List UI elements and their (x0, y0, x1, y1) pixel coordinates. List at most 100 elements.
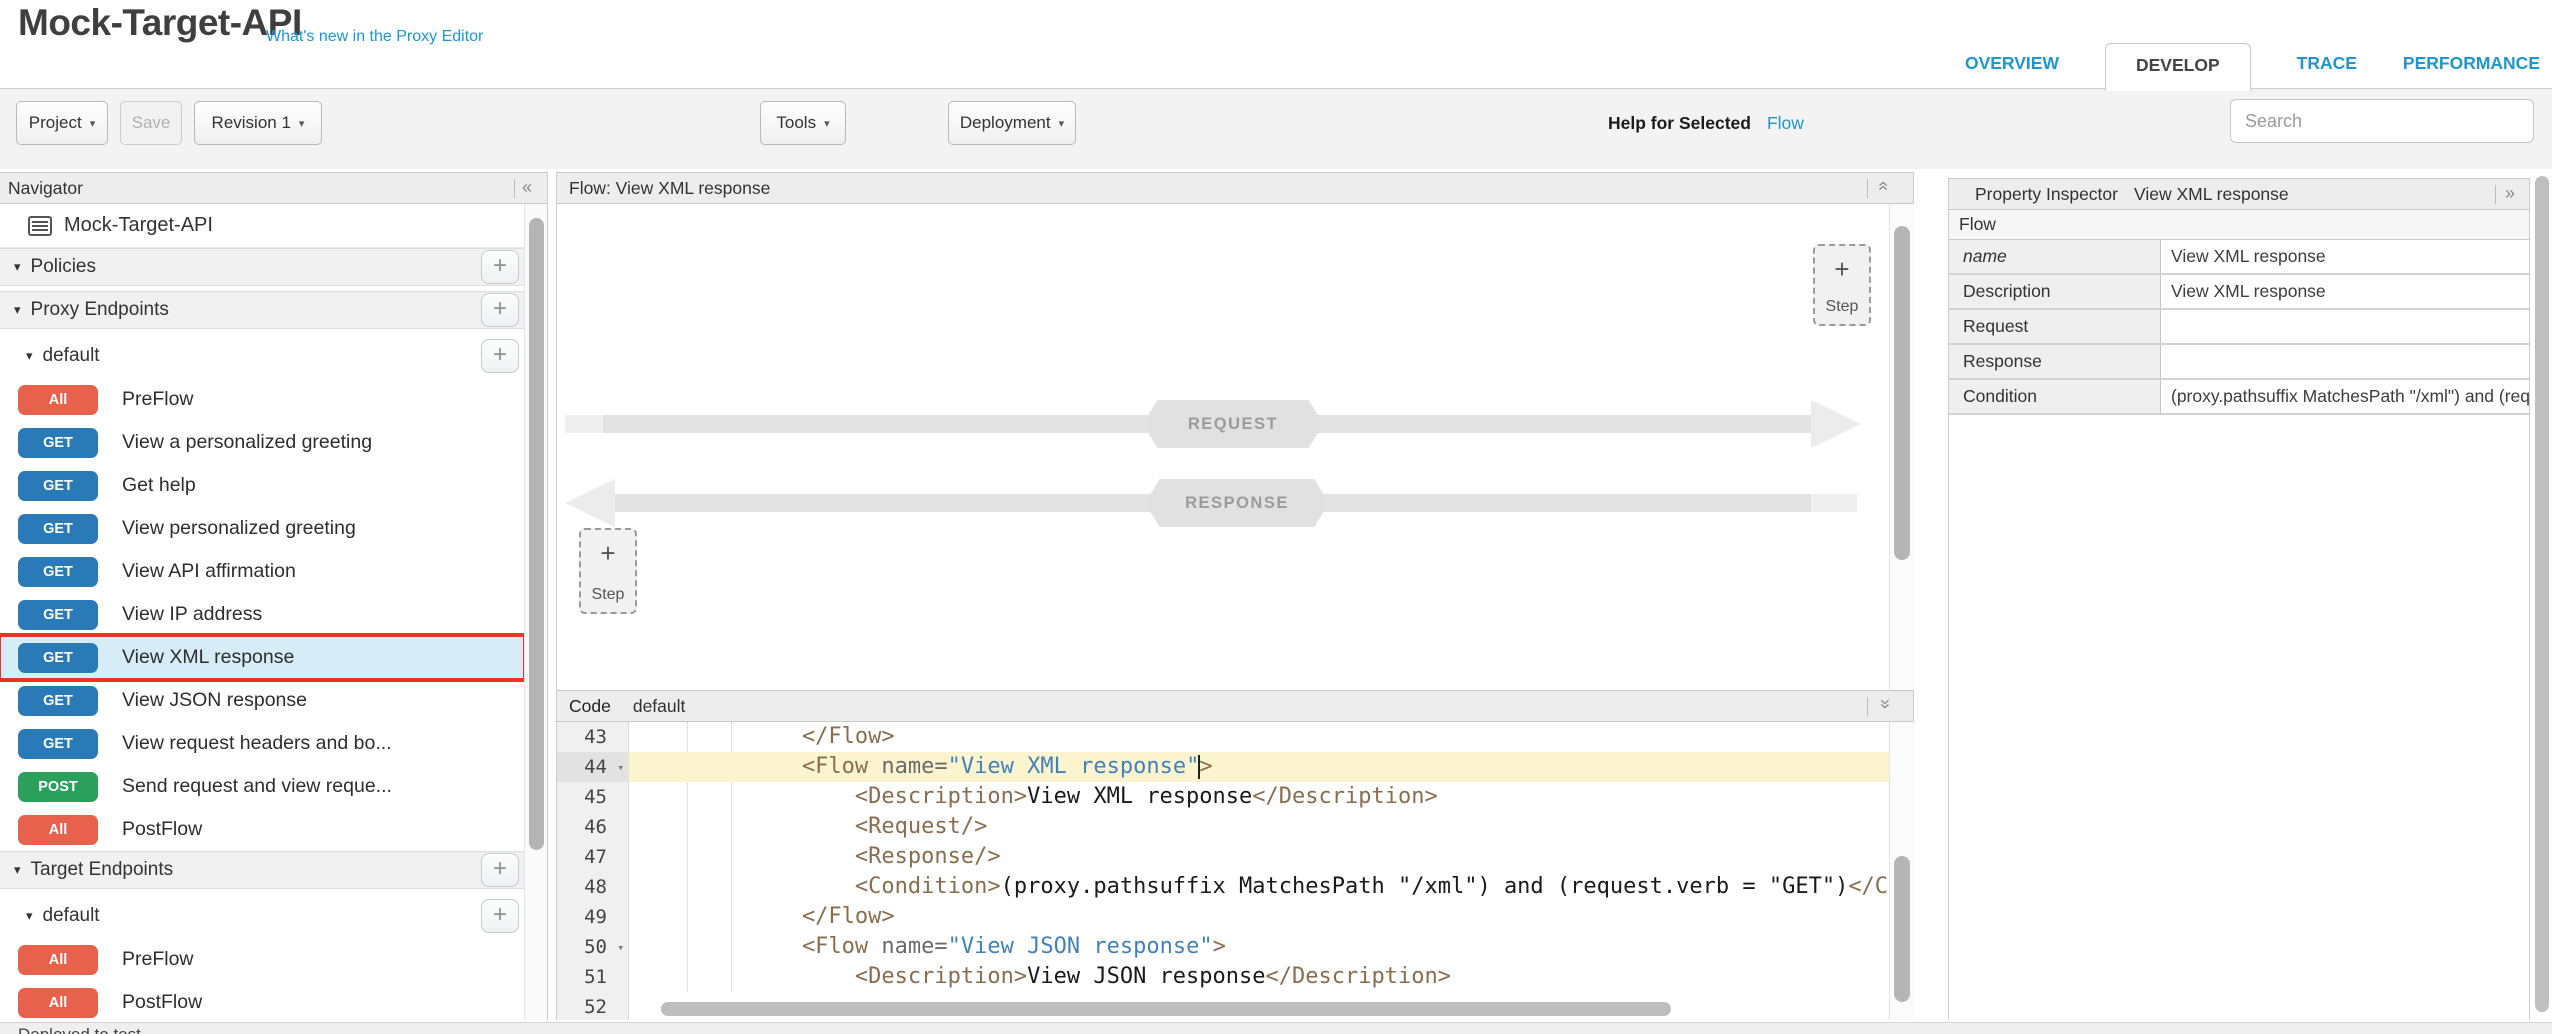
code-line-46: 46 <Request/> (557, 812, 1915, 842)
flow-item-postflow[interactable]: AllPostFlow (0, 808, 524, 851)
page-title: Mock-Target-API (18, 2, 302, 44)
line-number: 44▾ (557, 752, 629, 782)
section-proxy-endpoints[interactable]: ▾Proxy Endpoints+ (0, 291, 524, 329)
help-flow-link[interactable]: Flow (1767, 113, 1804, 134)
request-label: REQUEST (1143, 400, 1323, 448)
fold-arrow-icon[interactable]: ▾ (617, 753, 624, 783)
flow-item-preflow[interactable]: AllPreFlow (0, 938, 524, 981)
toolbar: Project ▾ Save Revision 1 ▾ Tools ▾ Depl… (0, 88, 2552, 169)
window-scrollbar[interactable] (2532, 172, 2552, 1020)
property-row-condition: Condition(proxy.pathsuffix MatchesPath "… (1949, 380, 2529, 415)
bundle-row[interactable]: Mock-Target-API (0, 204, 524, 248)
plus-icon: + (1834, 256, 1849, 282)
code-line-content: <Flow name="View XML response"> (629, 752, 1889, 782)
search-input[interactable] (2230, 99, 2534, 143)
collapse-up-icon[interactable]: « (1875, 181, 1893, 191)
flow-item-label: PostFlow (122, 991, 202, 1014)
group-default[interactable]: ▾default+ (0, 894, 524, 938)
code-scrollbar[interactable] (1889, 722, 1914, 1020)
flow-item-label: View JSON response (122, 689, 307, 712)
code-line-50: 50▾ <Flow name="View JSON response"> (557, 932, 1915, 962)
tools-menu-button[interactable]: Tools ▾ (760, 101, 846, 145)
line-number: 51 (557, 962, 629, 992)
whats-new-link[interactable]: What's new in the Proxy Editor (266, 28, 483, 46)
expand-right-icon[interactable]: » (2505, 184, 2515, 202)
add-step-button[interactable]: + Step (579, 528, 637, 614)
tab-develop[interactable]: DEVELOP (2105, 43, 2251, 91)
method-badge: All (18, 815, 98, 845)
line-number: 46 (557, 812, 629, 842)
add-button[interactable]: + (481, 899, 519, 933)
project-menu-button[interactable]: Project ▾ (16, 101, 108, 145)
property-value-request[interactable] (2161, 310, 2529, 343)
scrollbar-thumb[interactable] (1894, 856, 1910, 1002)
code-line-content: <Flow name="View JSON response"> (629, 932, 1889, 962)
flow-item-view-ip-address[interactable]: GETView IP address (0, 593, 524, 636)
collapse-down-icon[interactable]: « (1875, 699, 1893, 709)
flow-diagram-canvas: + Step REQUEST RESPONSE + Step (557, 204, 1889, 690)
add-button[interactable]: + (481, 853, 519, 887)
property-value-name[interactable]: View XML response (2161, 240, 2529, 273)
property-label: Description (1949, 275, 2161, 308)
flow-item-label: PreFlow (122, 388, 194, 411)
flow-item-label: View personalized greeting (122, 517, 356, 540)
method-badge: GET (18, 514, 98, 544)
flow-item-preflow[interactable]: AllPreFlow (0, 378, 524, 421)
bundle-icon (28, 216, 52, 236)
scrollbar-thumb[interactable] (1894, 226, 1910, 560)
method-badge: POST (18, 772, 98, 802)
code-line-content: <Request/> (629, 812, 1889, 842)
add-button[interactable]: + (481, 293, 519, 327)
horizontal-scrollbar-thumb[interactable] (661, 1002, 1671, 1016)
flow-item-view-a-personalized-greeting[interactable]: GETView a personalized greeting (0, 421, 524, 464)
scrollbar-thumb[interactable] (2535, 176, 2549, 1012)
flow-item-view-request-headers-and-bo[interactable]: GETView request headers and bo... (0, 722, 524, 765)
tree-label: Target Endpoints (31, 859, 174, 881)
status-bar: Deployed to test (0, 1022, 2552, 1034)
property-value-response[interactable] (2161, 345, 2529, 378)
flow-item-get-help[interactable]: GETGet help (0, 464, 524, 507)
flow-scrollbar[interactable] (1889, 204, 1914, 690)
add-button[interactable]: + (481, 250, 519, 284)
property-value-description[interactable]: View XML response (2161, 275, 2529, 308)
method-badge: GET (18, 557, 98, 587)
property-inspector-panel: Property Inspector View XML response » F… (1948, 178, 2530, 1020)
property-value-condition[interactable]: (proxy.pathsuffix MatchesPath "/xml") an… (2161, 380, 2529, 413)
section-policies[interactable]: ▾Policies+ (0, 248, 524, 286)
code-panel-title: Code (569, 696, 611, 717)
deployment-menu-button[interactable]: Deployment ▾ (948, 101, 1076, 145)
flow-item-postflow[interactable]: AllPostFlow (0, 981, 524, 1020)
add-step-button[interactable]: + Step (1813, 244, 1871, 326)
fold-arrow-icon[interactable]: ▾ (617, 933, 624, 963)
tab-trace[interactable]: TRACE (2297, 43, 2357, 74)
code-line-48: 48 <Condition>(proxy.pathsuffix MatchesP… (557, 872, 1915, 902)
flow-item-send-request-and-view-reque[interactable]: POSTSend request and view reque... (0, 765, 524, 808)
flow-item-view-json-response[interactable]: GETView JSON response (0, 679, 524, 722)
tree-label: Policies (31, 256, 96, 278)
flow-item-view-api-affirmation[interactable]: GETView API affirmation (0, 550, 524, 593)
save-button[interactable]: Save (120, 101, 182, 145)
scrollbar-thumb[interactable] (529, 218, 544, 850)
page-header: Mock-Target-API What's new in the Proxy … (0, 0, 2552, 88)
tree-label: default (43, 905, 100, 927)
flow-item-view-xml-response[interactable]: GETView XML response (0, 636, 524, 679)
response-label: RESPONSE (1145, 479, 1329, 527)
request-arrowhead-icon (1811, 400, 1861, 448)
tab-overview[interactable]: OVERVIEW (1965, 43, 2059, 74)
revision-menu-button[interactable]: Revision 1 ▾ (194, 101, 322, 145)
flow-item-label: Get help (122, 474, 196, 497)
property-row-response: Response (1949, 345, 2529, 380)
flow-item-label: View a personalized greeting (122, 431, 372, 454)
property-row-name: nameView XML response (1949, 240, 2529, 275)
group-default[interactable]: ▾default+ (0, 334, 524, 378)
flow-item-view-personalized-greeting[interactable]: GET View personalized greeting (0, 507, 524, 550)
navigator-scrollbar[interactable] (524, 204, 547, 1020)
flow-panel-title: Flow: View XML response (569, 178, 770, 199)
code-panel: Code default « 43 </Flow>44▾ <Flow name=… (556, 690, 1914, 1020)
collapse-left-icon[interactable]: « (522, 178, 532, 196)
add-button[interactable]: + (481, 339, 519, 373)
tab-performance[interactable]: PERFORMANCE (2403, 43, 2540, 74)
flow-item-label: View XML response (122, 646, 294, 669)
code-editor[interactable]: 43 </Flow>44▾ <Flow name="View XML respo… (557, 722, 1915, 1020)
section-target-endpoints[interactable]: ▾Target Endpoints+ (0, 851, 524, 889)
